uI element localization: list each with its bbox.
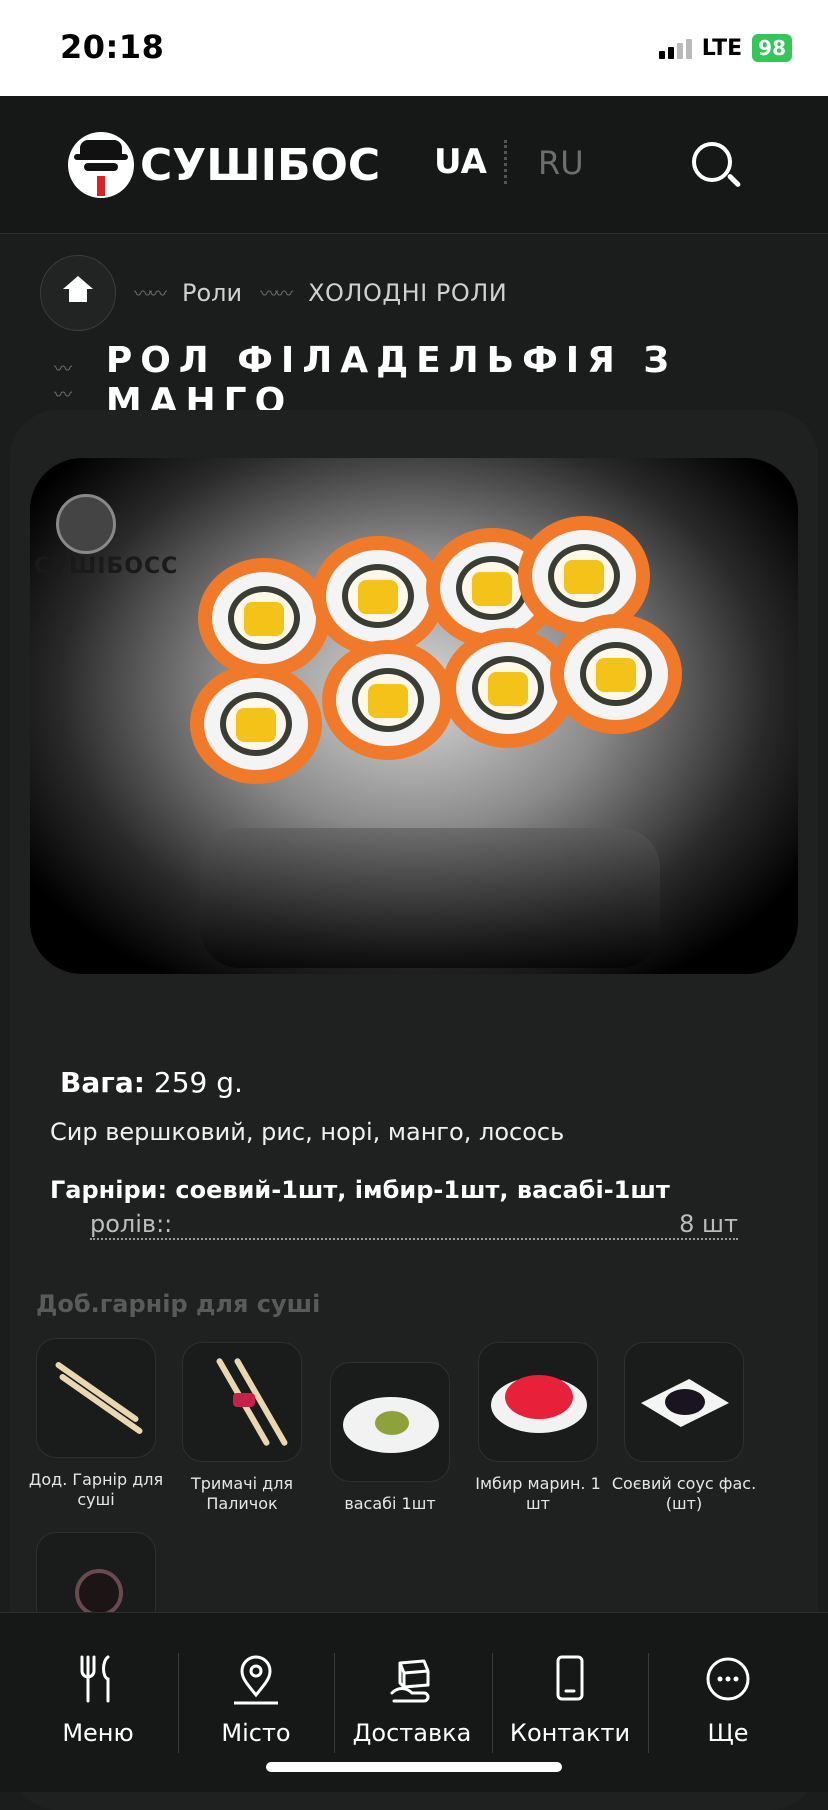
weight-value: 259 g.	[153, 1066, 243, 1099]
rolls-count-value: 8 шт	[679, 1210, 738, 1238]
chopsticks-icon	[36, 1338, 156, 1458]
more-icon	[702, 1653, 754, 1705]
site-header: СУШІБОС UA RU	[0, 96, 828, 234]
nav-divider	[334, 1653, 335, 1753]
addon-item[interactable]: Соєвий соус фас. (шт)	[610, 1342, 758, 1514]
nav-label: Місто	[221, 1719, 291, 1747]
home-button[interactable]	[40, 255, 116, 331]
addon-item[interactable]: Тримачі для Паличок	[168, 1342, 316, 1514]
home-indicator[interactable]	[266, 1762, 562, 1772]
addon-item[interactable]: Імбир марин. 1 шт	[464, 1342, 612, 1514]
breadcrumb-cold-rolls[interactable]: ХОЛОДНІ РОЛИ	[308, 279, 507, 307]
logo-text: СУШІБОС	[140, 139, 381, 191]
garnish-info: Гарніри: соевий-1шт, імбир-1шт, васабі-1…	[50, 1176, 670, 1204]
chopstick-holder-icon	[182, 1342, 302, 1462]
network-label: LTE	[701, 35, 743, 61]
addon-label: Тримачі для Паличок	[190, 1474, 294, 1513]
location-pin-icon	[230, 1653, 282, 1705]
delivery-box-icon	[386, 1653, 438, 1705]
logo[interactable]: СУШІБОС	[68, 132, 380, 198]
watermark-text: СУШІБОСС	[34, 554, 179, 579]
ginger-icon	[478, 1342, 598, 1462]
nav-city[interactable]: Місто	[186, 1653, 326, 1747]
nav-label: Меню	[62, 1719, 134, 1747]
ingredients: Сир вершковий, рис, норі, манго, лосось	[50, 1118, 565, 1146]
watermark-logo-icon	[56, 494, 116, 554]
weight-label: Вага:	[60, 1066, 145, 1099]
wave-divider-icon: 〰〰	[134, 284, 167, 305]
sushi-roll	[322, 640, 454, 760]
addon-item[interactable]: Дод. Гарнір для суші	[22, 1338, 170, 1510]
cutlery-icon	[72, 1653, 124, 1705]
signal-icon	[658, 37, 692, 59]
nav-contacts[interactable]: Контакти	[500, 1653, 640, 1747]
nav-more[interactable]: Ще	[658, 1653, 798, 1747]
sushi-roll	[190, 664, 322, 784]
lang-ua-button[interactable]: UA	[434, 142, 487, 182]
weight: Вага: 259 g.	[60, 1066, 243, 1099]
soy-sauce-icon	[624, 1342, 744, 1462]
wasabi-icon	[330, 1362, 450, 1482]
addons-title: Доб.гарнір для суші	[36, 1290, 321, 1318]
product-image: СУШІБОСС	[30, 458, 798, 974]
logo-mascot-icon	[68, 132, 134, 198]
nav-label: Доставка	[352, 1719, 472, 1747]
reflection	[200, 828, 660, 968]
sushi-roll	[312, 536, 444, 656]
search-icon[interactable]	[690, 140, 742, 192]
addon-label: васабі 1шт	[344, 1494, 436, 1513]
breadcrumb-rolls[interactable]: Роли	[182, 279, 242, 307]
status-indicators: LTE 98	[658, 34, 792, 62]
sushi-roll	[198, 558, 330, 678]
breadcrumb: 〰〰 Роли 〰〰 ХОЛОДНІ РОЛИ	[40, 255, 507, 331]
lang-divider	[504, 140, 510, 184]
nav-divider	[492, 1653, 493, 1753]
nav-label: Контакти	[509, 1719, 631, 1747]
wave-divider-icon: 〰〰	[54, 359, 72, 406]
lang-ru-button[interactable]: RU	[538, 144, 584, 182]
sushi-roll	[550, 614, 682, 734]
nav-label: Ще	[707, 1719, 749, 1747]
battery-icon: 98	[752, 34, 792, 62]
home-icon	[63, 276, 93, 304]
nav-divider	[178, 1653, 179, 1753]
addon-label: Соєвий соус фас. (шт)	[611, 1474, 757, 1513]
nav-menu[interactable]: Меню	[28, 1653, 168, 1747]
addon-label: Імбир марин. 1 шт	[475, 1474, 601, 1513]
rolls-count-label: ролів::	[90, 1210, 173, 1238]
rolls-count-row: ролів:: 8 шт	[90, 1210, 738, 1240]
nav-delivery[interactable]: Доставка	[342, 1653, 482, 1747]
addon-label: Дод. Гарнір для суші	[28, 1470, 164, 1509]
addon-item[interactable]: васабі 1шт	[316, 1362, 464, 1514]
nav-divider	[648, 1653, 649, 1753]
status-bar: 20:18 LTE 98	[0, 0, 828, 96]
phone-icon	[544, 1653, 596, 1705]
wave-divider-icon: 〰〰	[260, 284, 293, 305]
status-time: 20:18	[60, 28, 165, 66]
